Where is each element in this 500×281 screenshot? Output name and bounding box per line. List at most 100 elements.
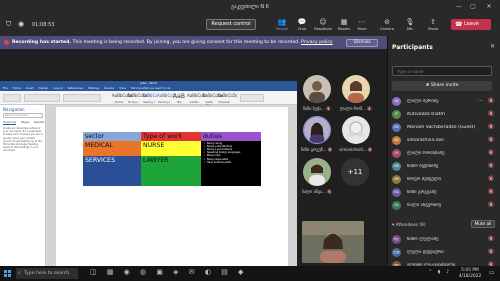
camera-off-icon: ⊘ <box>384 18 390 26</box>
duty-item: Have analizing skills <box>204 161 261 164</box>
maximize-icon[interactable]: ▢ <box>468 2 478 12</box>
mic-muted-icon: 🔇 <box>488 176 495 182</box>
taskbar-search-box[interactable]: ⌕ Type here to search <box>16 268 78 279</box>
more-icon: ⋯ <box>358 18 366 26</box>
people-icon: 👥 <box>277 18 287 26</box>
participant-name: ნინი გოგუაძე <box>407 190 437 195</box>
participant-name: simonishvili.neli <box>407 138 444 143</box>
participants-panel: Participants ✕ ⊕ Share invite LB ლალი ბე… <box>387 36 500 281</box>
mic-muted-icon: 🔇 <box>488 236 495 242</box>
header-type-of-work: Type of work <box>141 132 201 141</box>
mic-muted-icon: 🔇 <box>327 147 333 152</box>
jobs-table: sector Type of work duties MEDICAL NURSE… <box>83 132 261 186</box>
share-icon: ⇪ <box>430 18 436 26</box>
self-view-video[interactable] <box>302 221 364 263</box>
mic-muted-icon: 🔇 <box>488 189 495 195</box>
avatar: LB <box>392 97 401 106</box>
dismiss-button[interactable]: Dismiss <box>346 39 378 47</box>
people-button[interactable]: 👥 People <box>272 18 292 31</box>
avatar: ლდ <box>392 248 401 257</box>
tile-name: simonishvili... <box>339 147 367 152</box>
duties-list: Being caring Being understanding Being a… <box>201 141 261 186</box>
avatar: SA <box>392 201 401 210</box>
participant-row[interactable]: NB ნინო ბეჟანიძე 🔇 <box>388 161 500 174</box>
avatar: IT <box>392 110 401 119</box>
mic-button[interactable]: 🎙 Mic <box>400 18 420 31</box>
privacy-policy-link[interactable]: Privacy policy <box>301 40 333 45</box>
meeting-stage: jobs - Word File Home Insert Design Layo… <box>0 49 387 281</box>
attendee-row[interactable]: ნლ ნინო ლელაძე 🔇 <box>388 234 500 247</box>
start-button[interactable] <box>4 270 11 277</box>
mic-muted-icon: 🔇 <box>327 189 333 194</box>
mic-muted-icon: 🔇 <box>488 98 495 104</box>
more-options-icon[interactable]: ⋯ <box>478 98 483 104</box>
tile-name: სალი ანგა... <box>301 189 326 194</box>
avatar <box>303 158 331 186</box>
taskbar-clock[interactable]: 5:05 PM 4/18/2022 <box>455 268 485 279</box>
mic-muted-icon: 🔇 <box>367 147 373 152</box>
rooms-button[interactable]: ▦ Rooms <box>334 18 354 31</box>
avatar: MV <box>392 123 401 132</box>
recording-icon: ◉ <box>18 20 25 28</box>
avatar <box>342 116 370 144</box>
avatar: ნლ <box>392 235 401 244</box>
system-tray[interactable]: ⌃ ◖ ♪ <box>428 269 451 275</box>
mic-muted-icon: 🔇 <box>488 137 495 143</box>
taskbar-apps[interactable]: ◫ ▦ ◉ ◍ ▣ ◈ ✉ ◐ ▤ ◆ <box>90 268 247 276</box>
camera-button[interactable]: ⊘ Camera <box>377 18 397 31</box>
minimize-icon[interactable]: — <box>454 2 464 12</box>
avatar: NG <box>392 188 401 197</box>
share-invite-button[interactable]: ⊕ Share invite <box>392 81 492 91</box>
shared-screen[interactable]: jobs - Word File Home Insert Design Layo… <box>0 81 297 281</box>
avatar: LR <box>392 149 401 158</box>
reactions-button[interactable]: ☺ Reactions <box>313 18 333 31</box>
avatar: NB <box>392 162 401 171</box>
close-icon[interactable]: ✕ <box>484 2 494 12</box>
chat-button[interactable]: 💬 Chat <box>292 18 312 31</box>
header-duties: duties <box>201 132 261 141</box>
more-button[interactable]: ⋯ More <box>352 18 372 31</box>
mute-all-button[interactable]: Mute all <box>471 220 495 228</box>
participant-row[interactable]: SM სოფო მეშველი 🔇 <box>388 174 500 187</box>
leave-button[interactable]: ☎ Leave <box>451 19 491 30</box>
attendee-name: ლელა დუდაური <box>407 250 444 255</box>
more-participants-tile[interactable]: +11 <box>341 158 369 186</box>
cell-services: SERVICES <box>83 156 141 186</box>
participant-row[interactable]: LR ლალი რომანაძე 🔇 <box>388 148 500 161</box>
share-button[interactable]: ⇪ Share <box>423 18 443 31</box>
attendee-row[interactable]: ლდ ლელა დუდაური 🔇 <box>388 247 500 260</box>
notifications-icon[interactable]: ▭ <box>489 269 495 276</box>
nav-search-input[interactable]: Search document <box>3 113 43 118</box>
participant-row[interactable]: SA სალი ანგურიძე 🔇 <box>388 200 500 213</box>
document-area: sector Type of work duties MEDICAL NURSE… <box>47 105 297 281</box>
clipboard-group <box>3 94 21 102</box>
header-sector: sector <box>83 132 141 141</box>
mic-muted-icon: 🔇 <box>488 202 495 208</box>
participant-row[interactable]: LB ლალი ბერიძე ⋯ 🔇 <box>388 96 500 109</box>
mic-muted-icon: 🔇 <box>488 124 495 130</box>
title-bar: გაკვეთილი N 6 — ▢ ✕ <box>0 0 500 14</box>
participant-row[interactable]: SN simonishvili.neli 🔇 <box>388 135 500 148</box>
tile-name: ნინი ბეჟა... <box>303 106 325 111</box>
avatar: SN <box>392 136 401 145</box>
rooms-icon: ▦ <box>340 18 348 26</box>
window-title: გაკვეთილი N 6 <box>231 4 269 10</box>
close-panel-icon[interactable]: ✕ <box>490 43 495 50</box>
participant-row[interactable]: NG ნინი გოგუაძე 🔇 <box>388 187 500 200</box>
phone-icon: ☎ <box>455 21 463 28</box>
participant-search-input[interactable] <box>392 66 492 76</box>
request-control-button[interactable]: Request control <box>206 19 256 30</box>
attendees-header[interactable]: ▾ Attendees (9) <box>392 223 426 228</box>
participant-name: Mariam Vachiberadze (Guest) <box>407 125 475 130</box>
recording-banner: Recording has started. This meeting is b… <box>0 36 387 49</box>
participant-name: სალი ანგურიძე <box>407 203 442 208</box>
cell-nurse: NURSE <box>141 141 201 156</box>
avatar <box>342 75 370 103</box>
avatar: SM <box>392 175 401 184</box>
cell-medical: MEDICAL <box>83 141 141 156</box>
document-page: sector Type of work duties MEDICAL NURSE… <box>56 107 288 281</box>
participant-row[interactable]: IT itutivadze.tnatm 🔇 <box>388 109 500 122</box>
participant-name: itutivadze.tnatm <box>407 112 446 117</box>
mic-muted-icon: 🔇 <box>367 106 373 111</box>
participant-row[interactable]: MV Mariam Vachiberadze (Guest) 🔇 <box>388 122 500 135</box>
